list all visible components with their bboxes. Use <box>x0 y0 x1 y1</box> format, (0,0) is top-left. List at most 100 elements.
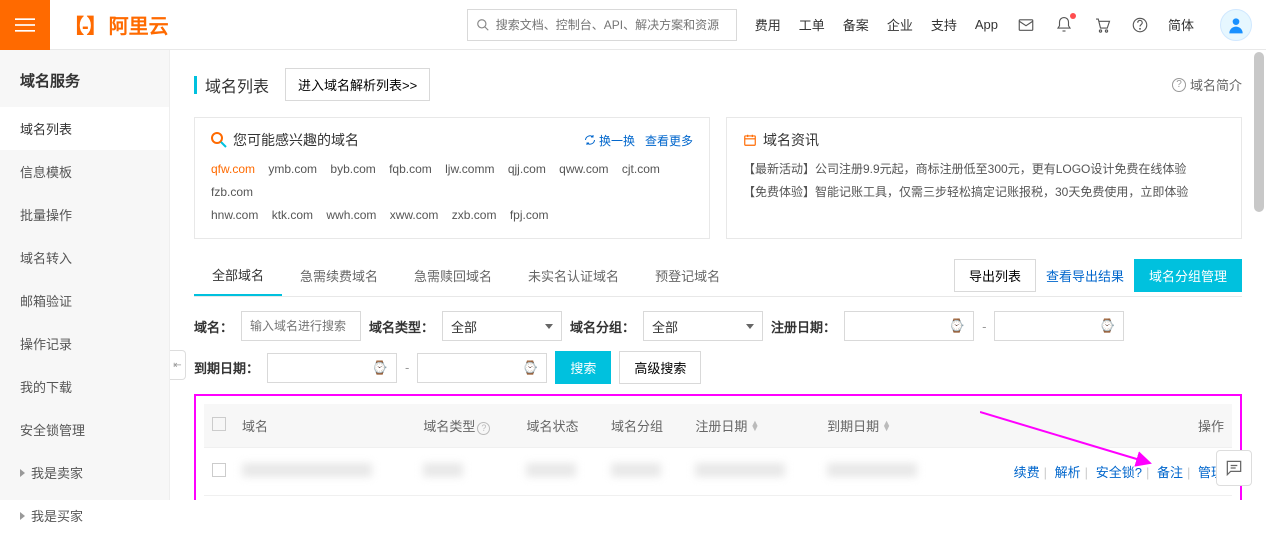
chat-float-button[interactable] <box>1216 450 1252 486</box>
domain-link[interactable]: qjj.com <box>508 162 546 176</box>
tab-renew[interactable]: 急需续费域名 <box>282 256 396 295</box>
nav-enterprise[interactable]: 企业 <box>887 15 913 34</box>
search-button[interactable]: 搜索 <box>555 351 611 384</box>
question-icon: ? <box>1135 465 1142 480</box>
domain-link[interactable]: fqb.com <box>389 162 432 176</box>
brand-logo[interactable]: 【-】 阿里云 <box>64 10 169 39</box>
vertical-scrollbar[interactable] <box>1254 52 1264 498</box>
news-line-2[interactable]: 【免费体验】智能记账工具，仅需三步轻松搞定记账报税，30天免费使用，立即体验 <box>743 181 1225 204</box>
news-title: 域名资讯 <box>743 130 819 150</box>
search-input[interactable] <box>496 18 728 32</box>
domain-link[interactable]: xww.com <box>390 208 439 222</box>
hamburger-icon <box>15 15 35 35</box>
scrollbar-thumb[interactable] <box>1254 52 1264 212</box>
sidebar-item-transfer[interactable]: 域名转入 <box>0 236 169 279</box>
col-group[interactable]: 域名分组 <box>603 404 687 448</box>
domain-link[interactable]: zxb.com <box>452 208 497 222</box>
domain-link[interactable]: fzb.com <box>211 185 253 199</box>
cell-expdate <box>827 463 917 477</box>
row-actions: 续费| 解析| 安全锁?| 备注| 管理 <box>951 496 1232 500</box>
message-icon[interactable] <box>1016 15 1036 35</box>
group-select[interactable]: 全部 <box>643 311 763 341</box>
question-icon: ? <box>477 422 490 435</box>
group-manage-button[interactable]: 域名分组管理 <box>1134 259 1242 292</box>
nav-support[interactable]: 支持 <box>931 15 957 34</box>
domain-filter-input[interactable] <box>241 311 361 341</box>
nav-beian[interactable]: 备案 <box>843 15 869 34</box>
calendar-icon <box>743 133 757 147</box>
news-line-1[interactable]: 【最新活动】公司注册9.9元起，商标注册低至300元，更有LOGO设计免费在线体… <box>743 158 1225 181</box>
sidebar-item-lock[interactable]: 安全锁管理 <box>0 408 169 451</box>
bell-icon[interactable] <box>1054 15 1074 35</box>
col-status[interactable]: 域名状态 <box>518 404 602 448</box>
action-remark[interactable]: 备注 <box>1157 465 1183 480</box>
global-search[interactable] <box>467 9 737 41</box>
cell-domain <box>242 463 372 477</box>
row-checkbox[interactable] <box>212 463 226 477</box>
advanced-search-button[interactable]: 高级搜索 <box>619 351 701 384</box>
select-all-checkbox[interactable] <box>212 417 226 431</box>
menu-toggle[interactable] <box>0 0 50 50</box>
domain-link[interactable]: ljw.comm <box>445 162 494 176</box>
reg-date-from[interactable]: ⌚ <box>844 311 974 341</box>
tab-redeem[interactable]: 急需赎回域名 <box>396 256 510 295</box>
reg-date-to[interactable]: ⌚ <box>994 311 1124 341</box>
lang-switch[interactable]: 简体 <box>1168 15 1194 34</box>
domain-brief-link[interactable]: ?域名简介 <box>1172 75 1242 94</box>
export-button[interactable]: 导出列表 <box>954 259 1036 292</box>
view-export-link[interactable]: 查看导出结果 <box>1046 266 1124 285</box>
type-filter-label: 域名类型： <box>369 317 434 336</box>
domain-link[interactable]: byb.com <box>330 162 375 176</box>
domain-link[interactable]: wwh.com <box>326 208 376 222</box>
help-icon[interactable] <box>1130 15 1150 35</box>
domain-link[interactable]: qww.com <box>559 162 608 176</box>
sort-icon: ▲▼ <box>882 421 891 432</box>
tab-unverified[interactable]: 未实名认证域名 <box>510 256 637 295</box>
filter-row-1: 域名： 域名类型： 全部 域名分组： 全部 注册日期： ⌚ - ⌚ <box>194 311 1242 341</box>
sidebar-item-log[interactable]: 操作记录 <box>0 322 169 365</box>
action-resolve[interactable]: 解析 <box>1055 465 1081 480</box>
sidebar-item-seller[interactable]: 我是卖家 <box>0 451 169 494</box>
domain-link[interactable]: fpj.com <box>510 208 549 222</box>
tab-prereg[interactable]: 预登记域名 <box>637 256 738 295</box>
sidebar-item-buyer[interactable]: 我是买家 <box>0 494 169 537</box>
exp-date-from[interactable]: ⌚ <box>267 353 397 383</box>
user-avatar[interactable] <box>1220 9 1252 41</box>
domain-link[interactable]: hnw.com <box>211 208 258 222</box>
domain-link[interactable]: ktk.com <box>272 208 313 222</box>
exp-date-to[interactable]: ⌚ <box>417 353 547 383</box>
row-actions: 续费| 解析| 安全锁?| 备注| 管理 <box>951 448 1232 496</box>
col-domain[interactable]: 域名 <box>234 404 415 448</box>
tab-all[interactable]: 全部域名 <box>194 255 282 296</box>
nav-ticket[interactable]: 工单 <box>799 15 825 34</box>
col-expdate[interactable]: 到期日期▲▼ <box>819 404 951 448</box>
interest-title: 您可能感兴趣的域名 <box>211 130 359 150</box>
domain-link[interactable]: ymb.com <box>268 162 317 176</box>
nav-fee[interactable]: 费用 <box>755 15 781 34</box>
sidebar-item-email[interactable]: 邮箱验证 <box>0 279 169 322</box>
col-type[interactable]: 域名类型? <box>415 404 518 448</box>
sidebar-item-batch[interactable]: 批量操作 <box>0 193 169 236</box>
goto-dns-button[interactable]: 进入域名解析列表>> <box>285 68 430 101</box>
action-lock[interactable]: 安全锁? <box>1096 465 1142 480</box>
tab-bar: 全部域名 急需续费域名 急需赎回域名 未实名认证域名 预登记域名 导出列表 查看… <box>194 255 1242 297</box>
action-renew[interactable]: 续费 <box>1014 465 1040 480</box>
table-highlight: 域名 域名类型? 域名状态 域名分组 注册日期▲▼ 到期日期▲▼ 操作 <box>194 394 1242 500</box>
col-regdate[interactable]: 注册日期▲▼ <box>687 404 819 448</box>
exp-date-label: 到期日期： <box>194 358 259 377</box>
cart-icon[interactable] <box>1092 15 1112 35</box>
sidebar-item-download[interactable]: 我的下载 <box>0 365 169 408</box>
refresh-link[interactable]: 换一换 <box>584 132 635 149</box>
search-icon <box>476 18 490 32</box>
domain-link[interactable]: qfw.com <box>211 162 255 176</box>
more-link[interactable]: 查看更多 <box>645 132 693 149</box>
sidebar-item-templates[interactable]: 信息模板 <box>0 150 169 193</box>
domain-table: 域名 域名类型? 域名状态 域名分组 注册日期▲▼ 到期日期▲▼ 操作 <box>204 404 1232 500</box>
nav-app[interactable]: App <box>975 17 998 32</box>
table-row: 续费| 解析| 安全锁?| 备注| 管理 <box>204 496 1232 500</box>
sidebar: 域名服务 域名列表 信息模板 批量操作 域名转入 邮箱验证 操作记录 我的下载 … <box>0 50 170 500</box>
type-select[interactable]: 全部 <box>442 311 562 341</box>
domain-link[interactable]: cjt.com <box>622 162 660 176</box>
sidebar-item-domain-list[interactable]: 域名列表 <box>0 107 169 150</box>
cell-group <box>611 463 661 477</box>
